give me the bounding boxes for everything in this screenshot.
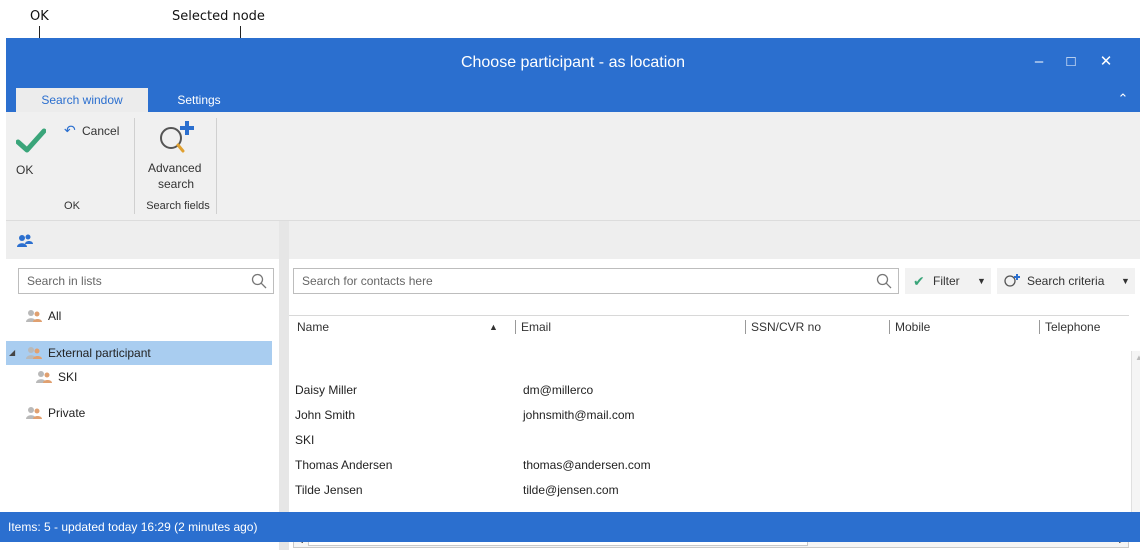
- minimize-button[interactable]: –: [1025, 48, 1053, 76]
- lists-panel: All ◢ External participant SKI Private: [6, 221, 279, 550]
- expand-arrow-icon[interactable]: ◢: [9, 341, 15, 365]
- column-divider[interactable]: [1039, 320, 1040, 334]
- cell-email: dm@millerco: [523, 383, 594, 397]
- dialog-window: Choose participant - as location – □ ✕ S…: [6, 38, 1140, 550]
- maximize-button[interactable]: □: [1057, 48, 1085, 76]
- column-divider[interactable]: [889, 320, 890, 334]
- ribbon-group-search-fields: Search fields: [146, 200, 210, 212]
- tree-item-external-participant[interactable]: ◢ External participant: [6, 341, 272, 365]
- vertical-scrollbar[interactable]: ▲ ▼: [1131, 351, 1140, 531]
- contacts-search-input[interactable]: [294, 269, 898, 293]
- column-label: Name: [297, 320, 330, 334]
- group-icon: [36, 371, 52, 383]
- window-title: Choose participant - as location: [460, 54, 686, 71]
- contacts-icon[interactable]: [16, 233, 34, 249]
- tree-item-label: SKI: [58, 370, 78, 384]
- cell-name: John Smith: [295, 408, 356, 422]
- column-header-name[interactable]: Name ▲: [293, 316, 513, 338]
- group-icon: [26, 407, 42, 419]
- tree-item-private[interactable]: Private: [26, 401, 266, 425]
- column-header-mobile[interactable]: Mobile: [891, 316, 1031, 338]
- tab-search-window[interactable]: Search window: [16, 88, 148, 112]
- ribbon-separator: [216, 118, 217, 214]
- table-row[interactable]: John Smith johnsmith@mail.com: [289, 403, 1129, 428]
- close-button[interactable]: ✕: [1092, 48, 1120, 76]
- cell-name: Daisy Miller: [295, 383, 358, 397]
- cell-name: Tilde Jensen: [295, 483, 363, 497]
- column-header-ssn[interactable]: SSN/CVR no: [747, 316, 887, 338]
- lists-search-input[interactable]: [19, 269, 273, 293]
- sort-ascending-icon: ▲: [489, 322, 498, 332]
- search-criteria-label: Search criteria: [1027, 274, 1105, 288]
- search-plus-icon: [160, 121, 194, 153]
- ribbon-separator: [134, 118, 135, 214]
- contacts-search-field[interactable]: [293, 268, 899, 294]
- search-plus-icon: [1004, 274, 1020, 287]
- cancel-button[interactable]: ↶ Cancel: [62, 122, 132, 142]
- column-divider[interactable]: [745, 320, 746, 334]
- tree-item-ski[interactable]: SKI: [36, 365, 236, 389]
- column-divider[interactable]: [515, 320, 516, 334]
- advanced-search-label-1: Advanced: [148, 161, 202, 175]
- search-icon[interactable]: [251, 273, 267, 289]
- cell-name: SKI: [295, 433, 315, 447]
- group-icon: [26, 347, 42, 359]
- tree-item-label: All: [48, 309, 62, 323]
- tree-item-label: External participant: [48, 346, 151, 360]
- collapse-ribbon-icon[interactable]: ⌃: [1114, 90, 1132, 108]
- ok-button[interactable]: OK: [10, 118, 54, 180]
- ribbon: OK ↶ Cancel OK Advanced search Search fi…: [6, 112, 1140, 221]
- column-header-telephone[interactable]: Telephone: [1041, 316, 1129, 338]
- cell-email: johnsmith@mail.com: [523, 408, 635, 422]
- tab-settings[interactable]: Settings: [154, 88, 244, 112]
- ok-button-label: OK: [16, 163, 34, 177]
- table-row[interactable]: Tilde Jensen tilde@jensen.com: [289, 478, 1129, 503]
- lists-search-field[interactable]: [18, 268, 274, 294]
- search-criteria-button[interactable]: Search criteria ▼: [997, 268, 1135, 294]
- table-row[interactable]: Daisy Miller dm@millerco: [289, 378, 1129, 403]
- group-icon: [26, 310, 42, 322]
- status-bar: Items: 5 - updated today 16:29 (2 minute…: [0, 512, 1140, 542]
- cancel-button-label: Cancel: [82, 124, 120, 138]
- search-icon[interactable]: [876, 273, 892, 289]
- panel-splitter[interactable]: [279, 221, 289, 550]
- checkmark-icon: ✔: [913, 273, 925, 289]
- ribbon-group-ok: OK: [64, 200, 80, 212]
- advanced-search-button[interactable]: Advanced search: [140, 116, 212, 198]
- undo-icon: ↶: [64, 122, 76, 138]
- cell-email: tilde@jensen.com: [523, 483, 619, 497]
- contacts-toolbar: [289, 221, 1140, 259]
- table-row[interactable]: Thomas Andersen thomas@andersen.com: [289, 453, 1129, 478]
- filter-button[interactable]: ✔ Filter ▼: [905, 268, 991, 294]
- contacts-panel: ✔ Filter ▼ Search criteria ▼ Name ▲ Emai…: [289, 221, 1140, 550]
- tree-item-label: Private: [48, 406, 86, 420]
- cell-email: thomas@andersen.com: [523, 458, 651, 472]
- callout-selected-node-label: Selected node: [172, 9, 265, 24]
- column-header-email[interactable]: Email: [517, 316, 737, 338]
- chevron-down-icon: ▼: [977, 276, 986, 286]
- chevron-down-icon: ▼: [1121, 276, 1130, 286]
- grid-header: Name ▲ Email SSN/CVR no Mobile Telephone: [289, 315, 1129, 338]
- advanced-search-label-2: search: [158, 177, 195, 191]
- filter-button-label: Filter: [933, 274, 960, 288]
- scroll-up-icon[interactable]: ▲: [1135, 353, 1140, 362]
- callout-ok-label: OK: [30, 9, 49, 24]
- tree-item-all[interactable]: All: [26, 304, 266, 328]
- cell-name: Thomas Andersen: [295, 458, 393, 472]
- table-row[interactable]: SKI: [289, 428, 1129, 453]
- checkmark-icon: [16, 128, 46, 153]
- lists-toolbar: [6, 221, 279, 259]
